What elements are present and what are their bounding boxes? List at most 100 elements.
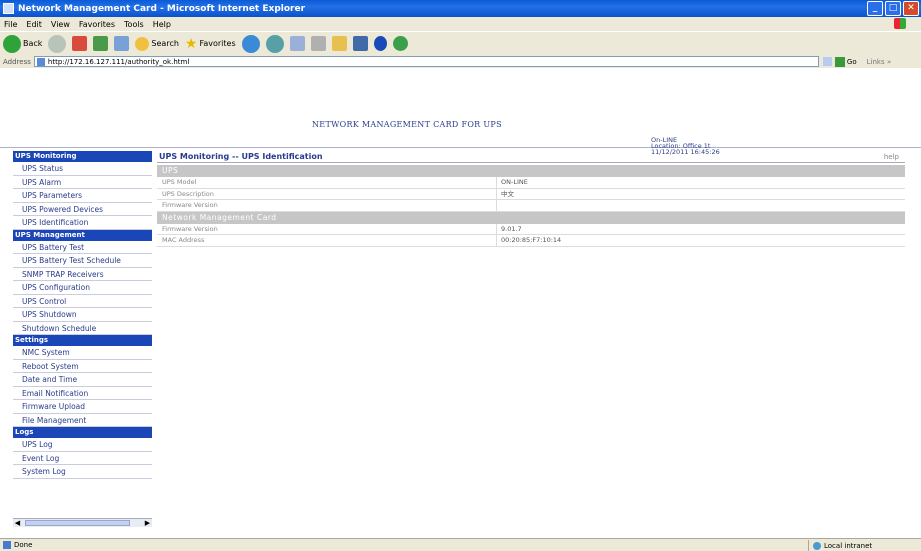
security-zone: Local intranet — [808, 540, 872, 551]
identification-table: UPS UPS Model ON-LINE UPS Description 中文… — [157, 165, 905, 247]
minimize-button[interactable]: _ — [867, 1, 883, 16]
sidebar-item-file-management[interactable]: File Management — [13, 414, 152, 427]
table-row: UPS Model ON-LINE — [157, 177, 905, 189]
row-value: 00:20:85:F7:10:14 — [501, 236, 562, 244]
menu-file[interactable]: File — [4, 20, 17, 29]
zone-text: Local intranet — [824, 541, 873, 550]
links-button[interactable]: Links » — [867, 58, 892, 66]
sidebar-horizontal-scrollbar[interactable]: ◀ ▶ — [13, 518, 152, 527]
favorites-label: Favorites — [199, 39, 236, 48]
search-button[interactable]: Search — [135, 36, 179, 51]
stop-button[interactable] — [72, 36, 88, 51]
bluetooth-icon — [373, 36, 387, 51]
menu-tools[interactable]: Tools — [124, 20, 144, 29]
sidebar-item-system-log[interactable]: System Log — [13, 465, 152, 479]
menu-favorites[interactable]: Favorites — [79, 20, 115, 29]
go-button[interactable]: Go — [847, 58, 857, 66]
search-label: Search — [151, 39, 179, 48]
messenger-icon — [392, 36, 408, 51]
forward-button[interactable] — [48, 34, 67, 53]
back-label: Back — [23, 39, 43, 48]
main-content: UPS Monitoring -- UPS Identification hel… — [157, 151, 905, 247]
scroll-right-icon[interactable]: ▶ — [143, 519, 152, 527]
sidebar-section-settings[interactable]: Settings — [13, 335, 152, 346]
address-label: Address — [3, 57, 31, 66]
sidebar-item-firmware-upload[interactable]: Firmware Upload — [13, 400, 152, 414]
row-key: Firmware Version — [157, 200, 497, 211]
sidebar-item-event-log[interactable]: Event Log — [13, 452, 152, 465]
sidebar-item-ups-shutdown[interactable]: UPS Shutdown — [13, 308, 152, 322]
home-button[interactable] — [114, 36, 130, 51]
media-icon — [241, 34, 260, 53]
bluetooth-button[interactable] — [373, 36, 387, 51]
menu-view[interactable]: View — [51, 20, 70, 29]
discuss-icon — [352, 36, 368, 51]
browser-toolbar: Back Search ★ Favorites — [0, 31, 921, 55]
table-row: Firmware Version 9.01.7 — [157, 223, 905, 235]
search-icon — [135, 36, 150, 51]
page-header: NETWORK MANAGEMENT CARD FOR UPS On-LINE … — [0, 69, 921, 155]
status-text: Done — [14, 541, 33, 549]
sidebar-item-email-notification[interactable]: Email Notification — [13, 387, 152, 400]
sidebar-item-ups-battery-test[interactable]: UPS Battery Test — [13, 241, 152, 254]
folder-icon — [331, 36, 347, 51]
window-title: Network Management Card - Microsoft Inte… — [18, 3, 306, 14]
media-button[interactable] — [241, 34, 260, 53]
discuss-button[interactable] — [352, 36, 368, 51]
page-title: NETWORK MANAGEMENT CARD FOR UPS — [312, 120, 502, 129]
go-icon[interactable] — [834, 56, 845, 67]
table-row: UPS Description 中文 — [157, 188, 905, 200]
back-arrow-icon — [3, 34, 21, 53]
print-button[interactable] — [310, 36, 326, 51]
breadcrumb: UPS Monitoring -- UPS Identification — [159, 152, 323, 161]
scrollbar-thumb[interactable] — [25, 520, 130, 526]
browser-statusbar: Done Local intranet — [0, 538, 921, 551]
sidebar-item-ups-control[interactable]: UPS Control — [13, 295, 152, 308]
menu-edit[interactable]: Edit — [26, 20, 42, 29]
refresh-button[interactable] — [93, 36, 109, 51]
sidebar-item-ups-alarm[interactable]: UPS Alarm — [13, 176, 152, 189]
address-dropdown-icon[interactable] — [822, 57, 832, 66]
mail-button[interactable] — [289, 36, 305, 51]
sidebar-item-shutdown-schedule[interactable]: Shutdown Schedule — [13, 322, 152, 335]
address-url: http://172.16.127.111/authority_ok.html — [47, 57, 190, 66]
maximize-button[interactable]: □ — [885, 1, 901, 16]
sidebar-nav: UPS Monitoring UPS Status UPS Alarm UPS … — [13, 151, 152, 527]
row-key: UPS Description — [157, 188, 497, 199]
forward-arrow-icon — [48, 34, 67, 53]
row-key: Firmware Version — [157, 223, 497, 234]
sidebar-item-nmc-system[interactable]: NMC System — [13, 346, 152, 360]
back-button[interactable]: Back — [3, 34, 43, 53]
sidebar-section-logs[interactable]: Logs — [13, 427, 152, 438]
sidebar-item-reboot-system[interactable]: Reboot System — [13, 360, 152, 373]
sidebar-item-snmp-trap-receivers[interactable]: SNMP TRAP Receivers — [13, 268, 152, 281]
scroll-left-icon[interactable]: ◀ — [13, 519, 22, 527]
sidebar-item-ups-battery-test-schedule[interactable]: UPS Battery Test Schedule — [13, 254, 152, 268]
sidebar-item-ups-configuration[interactable]: UPS Configuration — [13, 281, 152, 295]
history-icon — [265, 34, 284, 53]
edit-button[interactable] — [331, 36, 347, 51]
menu-help[interactable]: Help — [153, 20, 171, 29]
messenger-button[interactable] — [392, 36, 408, 51]
menu-bar: File Edit View Favorites Tools Help — [0, 17, 921, 31]
row-value: 中文 — [501, 189, 514, 198]
status-left: Done — [0, 541, 32, 549]
favorites-button[interactable]: ★ Favorites — [185, 36, 236, 52]
sidebar-item-ups-status[interactable]: UPS Status — [13, 162, 152, 176]
sidebar-section-ups-management[interactable]: UPS Management — [13, 229, 152, 241]
sidebar-section-ups-monitoring[interactable]: UPS Monitoring — [13, 151, 152, 162]
help-link[interactable]: help — [884, 153, 899, 161]
row-value: 9.01.7 — [501, 224, 522, 233]
close-button[interactable]: ✕ — [903, 1, 919, 16]
refresh-icon — [93, 36, 109, 51]
history-button[interactable] — [265, 34, 284, 53]
row-key: MAC Address — [157, 235, 497, 246]
row-value: ON-LINE — [501, 178, 528, 186]
sidebar-item-ups-powered-devices[interactable]: UPS Powered Devices — [13, 203, 152, 216]
address-input[interactable]: http://172.16.127.111/authority_ok.html — [33, 56, 819, 67]
sidebar-item-ups-parameters[interactable]: UPS Parameters — [13, 189, 152, 203]
table-row: Firmware Version — [157, 200, 905, 212]
sidebar-item-ups-log[interactable]: UPS Log — [13, 438, 152, 452]
sidebar-item-ups-identification[interactable]: UPS Identification — [13, 216, 152, 230]
sidebar-item-date-and-time[interactable]: Date and Time — [13, 373, 152, 387]
